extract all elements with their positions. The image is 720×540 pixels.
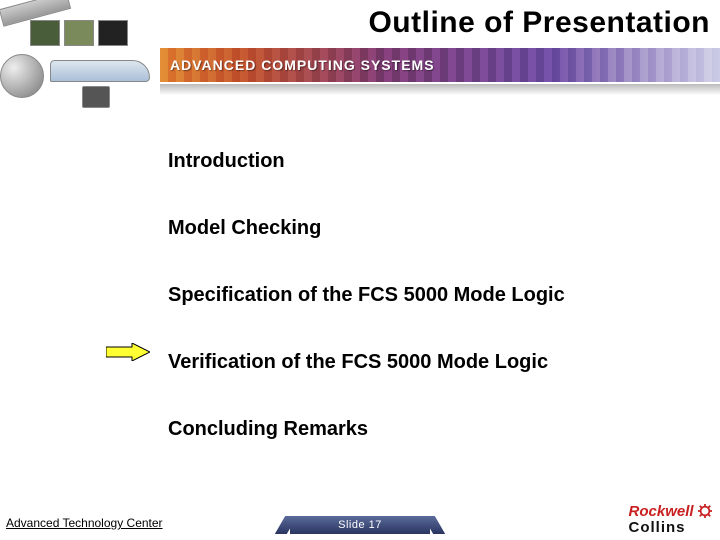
- outline-item: Verification of the FCS 5000 Mode Logic: [168, 351, 688, 374]
- header-divider: [160, 84, 720, 100]
- gear-icon: [698, 504, 712, 518]
- header: Outline of Presentation ADVANCED COMPUTI…: [0, 0, 720, 110]
- slide-number-text: Slide 17: [338, 519, 382, 531]
- outline-item: Introduction: [168, 150, 688, 173]
- rockwell-collins-logo: Rockwell Collins: [629, 504, 712, 536]
- current-topic-arrow-icon: [106, 343, 150, 361]
- outline-item: Specification of the FCS 5000 Mode Logic: [168, 284, 688, 307]
- logo-top-text: Rockwell: [629, 503, 694, 520]
- outline-item: Concluding Remarks: [168, 418, 688, 441]
- header-banner: ADVANCED COMPUTING SYSTEMS: [160, 48, 720, 82]
- banner-text: ADVANCED COMPUTING SYSTEMS: [170, 57, 435, 73]
- logo-bottom-text: Collins: [629, 519, 686, 536]
- footer-left-text: Advanced Technology Center: [6, 516, 163, 530]
- footer: Advanced Technology Center Slide 17 Rock…: [0, 506, 720, 540]
- outline-item: Model Checking: [168, 217, 688, 240]
- slide-number-badge: Slide 17: [290, 516, 430, 534]
- outline-list: Introduction Model Checking Specificatio…: [168, 150, 688, 485]
- page-title: Outline of Presentation: [368, 6, 710, 40]
- header-image-collage: [0, 0, 160, 110]
